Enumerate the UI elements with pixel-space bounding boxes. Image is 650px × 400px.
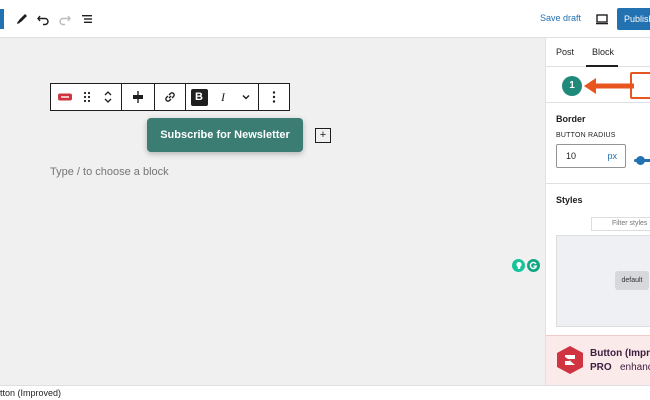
- bold-glyph: B: [190, 88, 208, 106]
- breadcrumb[interactable]: tton (Improved): [0, 388, 61, 398]
- active-tab-indicator: [586, 65, 618, 67]
- bold-icon[interactable]: B: [186, 84, 212, 110]
- link-icon[interactable]: [155, 84, 185, 110]
- options-icon[interactable]: [259, 84, 289, 110]
- annotation-row: 1: [546, 68, 650, 103]
- pencil-icon[interactable]: [12, 9, 32, 29]
- top-toolbar: Save draft Publish: [0, 0, 650, 38]
- block-inserter-button[interactable]: +: [315, 128, 331, 143]
- publish-button[interactable]: Publish: [617, 8, 650, 30]
- tab-post[interactable]: Post: [556, 47, 574, 57]
- button-block-icon[interactable]: [51, 84, 79, 110]
- filter-styles-input[interactable]: Filter styles: [591, 217, 650, 231]
- sidebar-tabs: Post Block: [546, 38, 650, 67]
- pro-promo-banner[interactable]: Button (Improv PRO enhancem: [546, 335, 650, 385]
- promo-subtitle: enhancem: [620, 362, 650, 373]
- block-type-group: [51, 84, 122, 110]
- options-group: [259, 84, 289, 110]
- link-group: [155, 84, 186, 110]
- save-draft-button[interactable]: Save draft: [540, 13, 581, 23]
- block-toolbar: B I: [50, 83, 290, 111]
- styles-title: Styles: [556, 195, 583, 205]
- default-style-chip[interactable]: default: [615, 271, 649, 290]
- border-title: Border: [556, 114, 586, 124]
- border-section: Border BUTTON RADIUS 10 px: [546, 104, 650, 184]
- promo-pro-label: PRO: [590, 362, 612, 373]
- subscribe-newsletter-button[interactable]: Subscribe for Newsletter: [147, 118, 303, 152]
- highlight-box: [630, 72, 650, 99]
- undo-icon[interactable]: [33, 9, 53, 29]
- formatting-group: B I: [186, 84, 259, 110]
- list-view-icon[interactable]: [77, 9, 97, 29]
- drag-handle-icon[interactable]: [79, 84, 95, 110]
- alignment-group: [122, 84, 155, 110]
- button-radius-label: BUTTON RADIUS: [556, 132, 616, 139]
- empty-block-placeholder[interactable]: Type / to choose a block: [50, 166, 169, 178]
- style-preview-panel[interactable]: default: [556, 235, 650, 327]
- redo-icon[interactable]: [55, 9, 75, 29]
- more-formatting-chevron-icon[interactable]: [234, 84, 258, 110]
- radius-slider-thumb[interactable]: [636, 156, 645, 165]
- italic-icon[interactable]: I: [212, 84, 234, 110]
- arrow-left-icon: [584, 78, 634, 94]
- plugin-logo-icon: [557, 346, 583, 374]
- grammarly-icon[interactable]: [527, 259, 540, 272]
- tab-block[interactable]: Block: [592, 47, 614, 57]
- button-radius-input[interactable]: 10 px: [556, 144, 626, 168]
- wp-logo-edge[interactable]: [0, 9, 4, 29]
- move-up-down-icon[interactable]: [95, 84, 121, 110]
- preview-desktop-icon[interactable]: [592, 9, 612, 29]
- radius-value: 10: [566, 151, 577, 161]
- block-breadcrumb-bar: tton (Improved): [0, 385, 650, 400]
- grammarly-widget[interactable]: [512, 259, 540, 272]
- step-number-badge: 1: [562, 76, 582, 96]
- promo-title: Button (Improv: [590, 348, 650, 359]
- bulb-icon[interactable]: [512, 259, 525, 272]
- align-icon[interactable]: [122, 84, 154, 110]
- styles-section: Styles Filter styles default: [546, 185, 650, 335]
- radius-unit[interactable]: px: [607, 151, 617, 161]
- settings-sidebar: Post Block 1 Border BUTTON RADIUS 10 px …: [545, 38, 650, 385]
